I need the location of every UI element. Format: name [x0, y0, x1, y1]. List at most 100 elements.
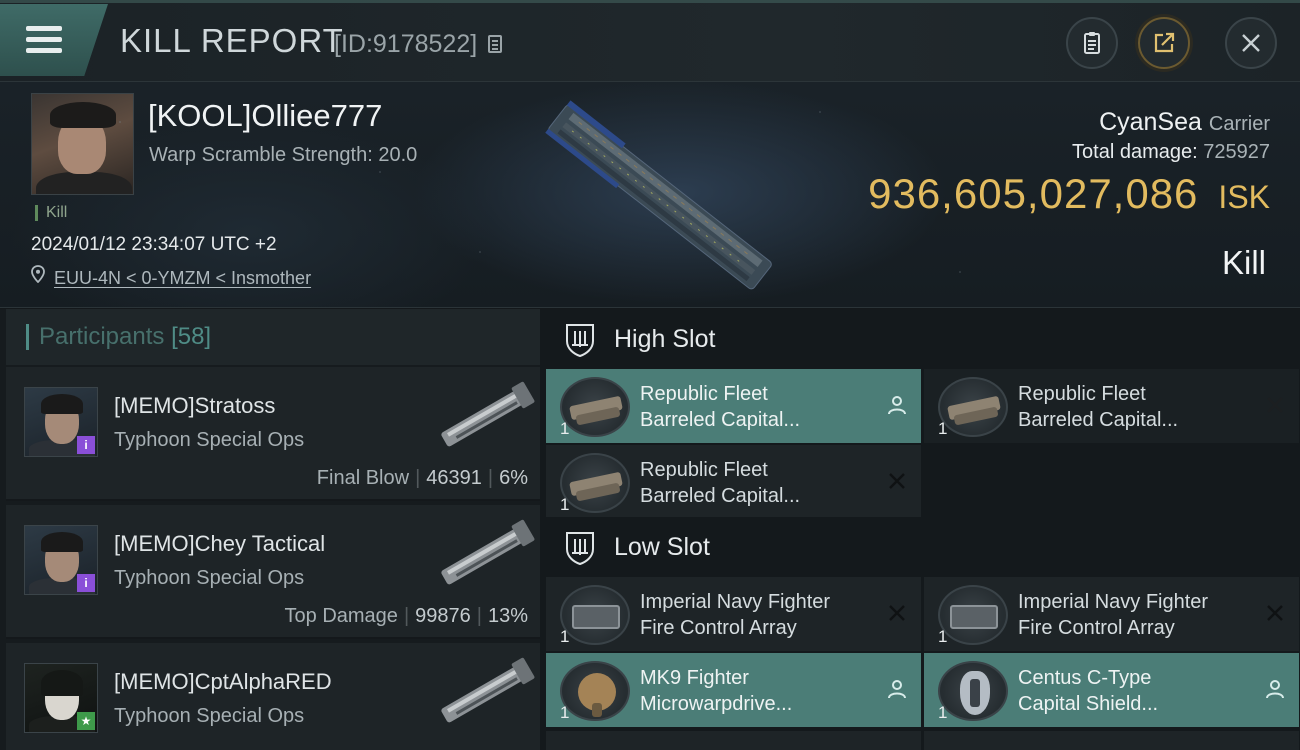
victim-ship-name: CyanSea Carrier	[1099, 108, 1270, 137]
module-item[interactable]: 1 MK9 Fighter Microwarpdrive...	[546, 653, 921, 727]
participants-label: Participants [58]	[26, 324, 211, 350]
x-icon	[1267, 605, 1283, 621]
report-id: [ID:9178522]	[334, 30, 478, 58]
victim-ship-image[interactable]	[520, 92, 800, 302]
x-icon	[1267, 397, 1283, 413]
ship-class: Carrier	[1208, 113, 1270, 135]
turret-module-icon	[938, 377, 1008, 437]
module-quantity: 1	[938, 419, 948, 438]
module-name: Imperial Navy Fighter Fire Control Array	[1018, 591, 1209, 639]
rank-badge-icon: i	[77, 436, 95, 454]
participants-panel: Participants [58] i [MEMO]Stratoss Typho…	[0, 309, 540, 750]
avatar[interactable]: i	[24, 387, 98, 457]
avatar[interactable]: i	[24, 525, 98, 595]
participant-ship: Typhoon Special Ops	[114, 567, 305, 589]
module-quantity: 1	[560, 495, 570, 514]
result-label: Kill	[1221, 244, 1266, 281]
shield-module-icon	[938, 661, 1008, 721]
ship-name: CyanSea	[1099, 108, 1202, 136]
module-item[interactable]: 1 Republic Fleet Barreled Capital...	[546, 369, 921, 443]
module-item[interactable]: 1 Republic Fleet Barreled Capital...	[546, 445, 921, 519]
location-pin-icon	[31, 265, 45, 283]
isk-amount: 936,605,027,086	[868, 170, 1199, 217]
victim-avatar[interactable]	[31, 93, 134, 195]
warp-scramble-strength: Warp Scramble Strength: 20.0	[149, 144, 418, 166]
rank-badge-icon: ★	[77, 712, 95, 730]
module-item[interactable]: 1 Centus C-Type Capital Shield...	[924, 653, 1299, 727]
copy-icon[interactable]	[488, 35, 502, 53]
module-quantity: 1	[938, 703, 948, 722]
menu-button[interactable]	[0, 4, 108, 76]
victim-name[interactable]: [KOOL]Olliee777	[148, 98, 382, 134]
victim-banner: [KOOL]Olliee777 Warp Scramble Strength: …	[0, 82, 1300, 308]
person-icon	[1266, 680, 1284, 699]
participant-damage: 99876	[415, 605, 471, 627]
participant-role: Top Damage	[284, 605, 398, 627]
module-name: Republic Fleet Barreled Capital...	[640, 459, 801, 507]
rank-badge-icon: i	[77, 574, 95, 592]
module-quantity: 1	[938, 627, 948, 646]
module-item[interactable]	[924, 731, 1299, 750]
participant-stats: Final Blow | 46391 | 6%	[316, 467, 528, 489]
kill-timestamp: 2024/01/12 23:34:07 UTC +2	[31, 234, 277, 255]
participant-ship-icon	[441, 519, 535, 585]
total-damage-value: 725927	[1203, 141, 1270, 163]
close-button[interactable]	[1225, 17, 1277, 69]
low-slot-header: Low Slot	[546, 517, 1300, 579]
x-icon	[889, 473, 905, 489]
participant-damage: 46391	[426, 467, 482, 489]
module-item[interactable]: 1 Imperial Navy Fighter Fire Control Arra…	[924, 577, 1299, 651]
kill-location-link[interactable]: EUU-4N < 0-YMZM < Insmother	[54, 268, 311, 289]
microwarpdrive-module-icon	[560, 661, 630, 721]
participant-ship: Typhoon Special Ops	[114, 429, 305, 451]
close-icon	[1242, 34, 1260, 52]
fire-control-module-icon	[938, 585, 1008, 645]
module-item[interactable]: 1 Imperial Navy Fighter Fire Control Arra…	[546, 577, 921, 651]
participant-name: [MEMO]CptAlphaRED	[114, 669, 332, 694]
menu-icon	[26, 26, 62, 54]
top-bar: KILL REPORT [ID:9178522]	[0, 0, 1300, 82]
high-slot-header: High Slot	[546, 309, 1300, 371]
isk-unit: ISK	[1218, 179, 1270, 215]
page-title: KILL REPORT	[120, 22, 344, 59]
slot-shield-icon	[566, 324, 594, 357]
participant-name: [MEMO]Stratoss	[114, 393, 276, 418]
person-icon	[888, 396, 906, 415]
clipboard-icon	[1084, 32, 1100, 54]
total-damage-label: Total damage:	[1072, 141, 1198, 163]
participant-ship: Typhoon Special Ops	[114, 705, 305, 727]
participant-stats: Top Damage | 99876 | 13%	[284, 605, 528, 627]
turret-module-icon	[560, 377, 630, 437]
avatar[interactable]: ★	[24, 663, 98, 733]
module-item[interactable]: 1 Republic Fleet Barreled Capital...	[924, 369, 1299, 443]
slot-shield-icon	[566, 532, 594, 565]
fire-control-module-icon	[560, 585, 630, 645]
isk-value: 936,605,027,086 ISK	[868, 170, 1270, 218]
participant-row[interactable]: i [MEMO]Stratoss Typhoon Special Ops Fin…	[6, 367, 540, 501]
module-name: Republic Fleet Barreled Capital...	[1018, 383, 1179, 431]
participant-name: [MEMO]Chey Tactical	[114, 531, 326, 556]
person-icon	[888, 680, 906, 699]
participant-row[interactable]: i [MEMO]Chey Tactical Typhoon Special Op…	[6, 505, 540, 639]
kill-tag: Kill	[35, 205, 67, 221]
participants-header[interactable]: Participants [58]	[6, 309, 540, 365]
participant-percent: 13%	[487, 605, 528, 627]
share-button[interactable]	[1138, 17, 1190, 69]
module-name: Imperial Navy Fighter Fire Control Array	[640, 591, 831, 639]
participant-ship-icon	[441, 657, 535, 723]
module-name: Centus C-Type Capital Shield...	[1018, 667, 1159, 715]
low-slot-title: Low Slot	[614, 533, 710, 561]
module-quantity: 1	[560, 419, 570, 438]
x-icon	[889, 605, 905, 621]
participants-count: [58]	[171, 323, 212, 350]
clipboard-button[interactable]	[1066, 17, 1118, 69]
participant-row[interactable]: ★ [MEMO]CptAlphaRED Typhoon Special Ops	[6, 643, 540, 750]
module-quantity: 1	[560, 703, 570, 722]
high-slot-title: High Slot	[614, 325, 716, 353]
module-quantity: 1	[560, 627, 570, 646]
participant-ship-icon	[441, 381, 535, 447]
module-name: MK9 Fighter Microwarpdrive...	[640, 667, 793, 715]
module-item[interactable]	[546, 731, 921, 750]
total-damage: Total damage: 725927	[1072, 141, 1270, 164]
participant-role: Final Blow	[316, 467, 410, 489]
